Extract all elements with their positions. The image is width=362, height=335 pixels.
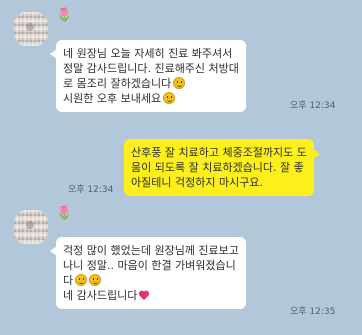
sender-avatar[interactable] — [14, 210, 48, 244]
received-message-bubble[interactable]: 걱정 많이 했었는데 원장님께 진료보고 나니 정말.. 마음이 한결 가벼워졌… — [50, 237, 246, 309]
message-line: 네 감사드립니다 — [63, 289, 138, 302]
sender-avatar[interactable] — [14, 12, 48, 46]
smile-emoji-icon — [75, 274, 88, 286]
message-line: 로 몸조리 잘하겠습니다 — [63, 77, 172, 90]
message-line: 움이 되도록 잘 치료하겠습니다. 잘 좋 — [131, 161, 304, 174]
received-message-bubble[interactable]: 네 원장님 오늘 자세히 진료 봐주셔서 정말 감사드립니다. 진료해주신 처방… — [50, 40, 246, 112]
message-line: 산후풍 잘 치료하고 체중조절까지도 도 — [131, 146, 307, 159]
message-line: 네 원장님 오늘 자세히 진료 봐주셔서 — [63, 47, 233, 60]
message-time: 오후 12:35 — [290, 307, 336, 317]
heart-icon — [138, 290, 150, 301]
message-line: 정말 감사드립니다. 진료해주신 처방대 — [63, 62, 239, 75]
message-line: 다 — [63, 274, 74, 287]
smile-emoji-icon — [89, 274, 102, 286]
smile-emoji-icon — [173, 77, 186, 89]
message-line: 시원한 오후 보내세요 — [63, 92, 162, 105]
sender-name-tulip-icon: 🌷 — [56, 8, 73, 23]
message-line: 나니 정말.. 마음이 한결 가벼워졌습니 — [63, 259, 236, 272]
message-time: 오후 12:34 — [68, 185, 114, 195]
message-line: 걱정 많이 했었는데 원장님께 진료보고 — [63, 244, 239, 257]
sent-message-bubble[interactable]: 산후풍 잘 치료하고 체중조절까지도 도 움이 되도록 잘 치료하겠습니다. 잘… — [124, 139, 320, 196]
message-time: 오후 12:34 — [290, 101, 336, 111]
smile-emoji-icon — [163, 92, 176, 104]
chat-screen: { "messages": [ { "sender": "other", "ni… — [0, 0, 362, 335]
sender-name-tulip-icon: 🌷 — [56, 206, 73, 221]
message-line: 아질테니 걱정하지 마시구요. — [131, 176, 263, 189]
